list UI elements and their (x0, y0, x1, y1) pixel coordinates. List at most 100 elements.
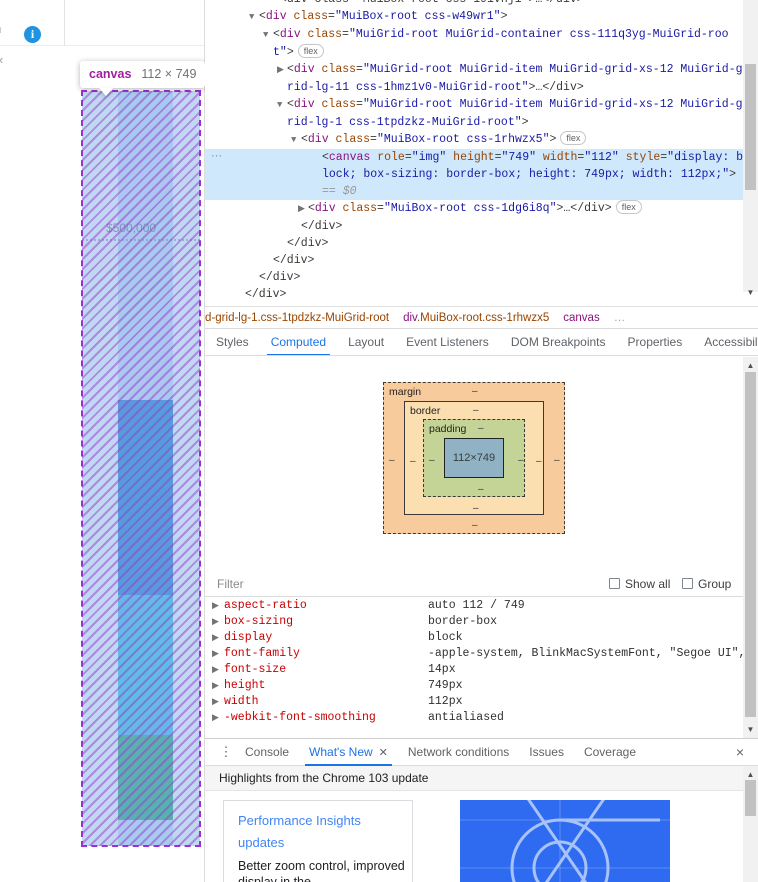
tab-computed[interactable]: Computed (260, 329, 337, 355)
drawer-tab-issues[interactable]: Issues (519, 739, 574, 766)
drawer-tab-coverage[interactable]: Coverage (574, 739, 646, 766)
computed-property-row[interactable]: ▶ aspect-ratio auto 112 / 749 (205, 598, 758, 614)
sidebar-tabs[interactable]: Styles Computed Layout Event Listeners DOM B… (205, 329, 758, 356)
breadcrumb-item[interactable]: canvas (556, 307, 606, 328)
tab-event-listeners[interactable]: Event Listeners (395, 329, 500, 355)
expand-arrow-icon[interactable]: ▶ (212, 678, 219, 694)
dom-tree-node[interactable]: ▼ <div class="MuiBox-root css-1rhwzx5"> fl… (205, 131, 758, 149)
padding-left-value[interactable]: – (429, 455, 435, 466)
group-checkbox-box[interactable] (682, 578, 693, 589)
dom-node-expand-arrow-icon[interactable]: ▶ (298, 201, 308, 218)
expand-arrow-icon[interactable]: ▶ (212, 630, 219, 646)
dom-tree-node[interactable]: ▼ <div class="MuiBox-root css-w49wr1"> (205, 8, 758, 26)
tab-properties[interactable]: Properties (617, 329, 694, 355)
dom-tree-node[interactable]: ▼ <div class="MuiGrid-root MuiGrid-contai… (205, 26, 758, 61)
dom-tree-node[interactable]: </div> (205, 303, 758, 305)
dom-tree-node[interactable]: </div> (205, 269, 758, 286)
breadcrumb-item[interactable]: div.MuiBox-root.css-1rhwzx5 (396, 307, 556, 328)
computed-property-row[interactable]: ▶ box-sizing border-box (205, 614, 758, 630)
padding-right-value[interactable]: – (518, 455, 524, 466)
dom-node-expand-arrow-icon[interactable]: ▼ (291, 132, 301, 149)
tab-dom-breakpoints[interactable]: DOM Breakpoints (500, 329, 617, 355)
expand-arrow-icon[interactable]: ▶ (212, 694, 219, 710)
dom-token-pun: > (500, 10, 508, 23)
dom-tree-node[interactable]: ▼ <div class="MuiGrid-root MuiGrid-item M… (205, 96, 758, 131)
drawer-tab-what-s-new[interactable]: What's New ✕ (299, 739, 398, 766)
drawer-tab-console[interactable]: Console (235, 739, 299, 766)
dom-node-ellipsis-icon[interactable]: ⋯ (211, 149, 223, 166)
dom-node-expand-arrow-icon[interactable]: ▼ (277, 97, 287, 114)
padding-bottom-value[interactable]: – (478, 484, 484, 495)
close-tab-icon[interactable]: ✕ (379, 747, 388, 759)
padding-top-value[interactable]: – (478, 423, 484, 434)
flex-badge[interactable]: flex (560, 131, 587, 145)
breadcrumb-item[interactable]: … (607, 307, 633, 328)
whats-new-card[interactable]: Performance Insights updates Better zoom… (223, 800, 413, 882)
dom-token-attr: class (314, 63, 357, 76)
whats-new-scroll-up-icon[interactable]: ▲ (743, 767, 758, 782)
computed-property-row[interactable]: ▶ -webkit-font-smoothing antialiased (205, 710, 758, 726)
group-checkbox[interactable]: Group (682, 577, 731, 591)
elements-tree-scrollbar[interactable] (743, 0, 758, 292)
dom-tree-node[interactable]: ▶ <div class="MuiBox-root css-1dg6i8q">…<… (205, 200, 758, 218)
dom-token-attr: role (370, 151, 405, 164)
computed-property-row[interactable]: ▶ height 749px (205, 678, 758, 694)
box-model-content-box[interactable]: 112×749 (444, 438, 504, 478)
elements-tree[interactable]: <div class="MuiBox-root css-191vhj1">…</… (205, 0, 758, 305)
breadcrumb[interactable]: … l-xs-12.MuiGrid-grid-lg-1.css-1tpdzkz-M… (205, 306, 758, 329)
highlight-hatch-pattern (82, 91, 200, 846)
border-left-value[interactable]: – (410, 456, 416, 467)
breadcrumb-item[interactable]: l-xs-12.MuiGrid-grid-lg-1.css-1tpdzkz-Mu… (205, 307, 396, 328)
computed-scroll-up-icon[interactable]: ▲ (743, 358, 758, 373)
expand-arrow-icon[interactable]: ▶ (212, 662, 219, 678)
expand-arrow-icon[interactable]: ▶ (212, 710, 219, 726)
whats-new-card-title[interactable]: Performance Insights updates (238, 810, 403, 854)
border-right-value[interactable]: – (536, 456, 542, 467)
dom-tree-node[interactable]: ⋯ <canvas role="img" height="749" width="… (205, 149, 758, 200)
filter-input[interactable]: Filter (217, 577, 244, 591)
show-all-checkbox[interactable]: Show all (609, 577, 670, 591)
drawer-tabs[interactable]: ⋮ Console What's New ✕ Network conditions Is… (205, 739, 758, 766)
dom-tree-node[interactable]: ▶ <div class="MuiGrid-root MuiGrid-item M… (205, 61, 758, 96)
margin-right-value[interactable]: – (554, 455, 560, 466)
flex-badge[interactable]: flex (615, 200, 642, 214)
flex-badge[interactable]: flex (297, 44, 324, 58)
border-bottom-value[interactable]: – (473, 503, 479, 514)
expand-arrow-icon[interactable]: ▶ (212, 614, 219, 630)
margin-bottom-value[interactable]: – (472, 520, 478, 531)
dom-tree-node[interactable]: </div> (205, 252, 758, 269)
whats-new-scrollbar-thumb[interactable] (745, 780, 756, 816)
computed-property-row[interactable]: ▶ display block (205, 630, 758, 646)
collapse-chevron-icon[interactable]: ‹ (0, 52, 3, 67)
info-icon[interactable]: i (24, 26, 41, 43)
margin-top-value[interactable]: – (472, 386, 478, 397)
computed-property-row[interactable]: ▶ font-family -apple-system, BlinkMacSyste… (205, 646, 758, 662)
computed-properties-list[interactable]: ▶ aspect-ratio auto 112 / 749 ▶ box-sizing bo… (205, 598, 758, 738)
dom-tree-node[interactable]: </div> (205, 235, 758, 252)
dom-tree-node[interactable]: </div> (205, 286, 758, 303)
elements-tree-scrollbar-thumb[interactable] (745, 64, 756, 190)
dom-tree-node[interactable]: </div> (205, 218, 758, 235)
close-drawer-icon[interactable]: × (736, 744, 744, 760)
whats-new-scrollbar[interactable] (743, 766, 758, 882)
expand-arrow-icon[interactable]: ▶ (212, 646, 219, 662)
margin-left-value[interactable]: – (389, 455, 395, 466)
dom-tree-node[interactable]: <div class="MuiBox-root css-191vhj1">…</… (205, 0, 758, 8)
computed-pane-scrollbar-thumb[interactable] (745, 372, 756, 717)
computed-scroll-down-icon[interactable]: ▼ (743, 722, 758, 737)
expand-arrow-icon[interactable]: ▶ (212, 598, 219, 614)
show-all-checkbox-box[interactable] (609, 578, 620, 589)
more-options-icon[interactable]: ⋮ (219, 744, 233, 761)
dom-node-expand-arrow-icon[interactable]: ▶ (277, 62, 287, 79)
drawer-tab-network-conditions[interactable]: Network conditions (398, 739, 519, 766)
computed-property-row[interactable]: ▶ width 112px (205, 694, 758, 710)
dom-node-expand-arrow-icon[interactable]: ▼ (249, 9, 259, 26)
tab-layout[interactable]: Layout (337, 329, 395, 355)
tab-accessibility[interactable]: Accessibility (693, 329, 758, 355)
dom-node-expand-arrow-icon[interactable]: ▼ (263, 27, 273, 44)
computed-pane-scrollbar[interactable] (743, 357, 758, 738)
elements-tree-scroll-down-icon[interactable]: ▼ (743, 285, 758, 300)
border-top-value[interactable]: – (473, 405, 479, 416)
tab-styles[interactable]: Styles (205, 329, 260, 355)
computed-property-row[interactable]: ▶ font-size 14px (205, 662, 758, 678)
